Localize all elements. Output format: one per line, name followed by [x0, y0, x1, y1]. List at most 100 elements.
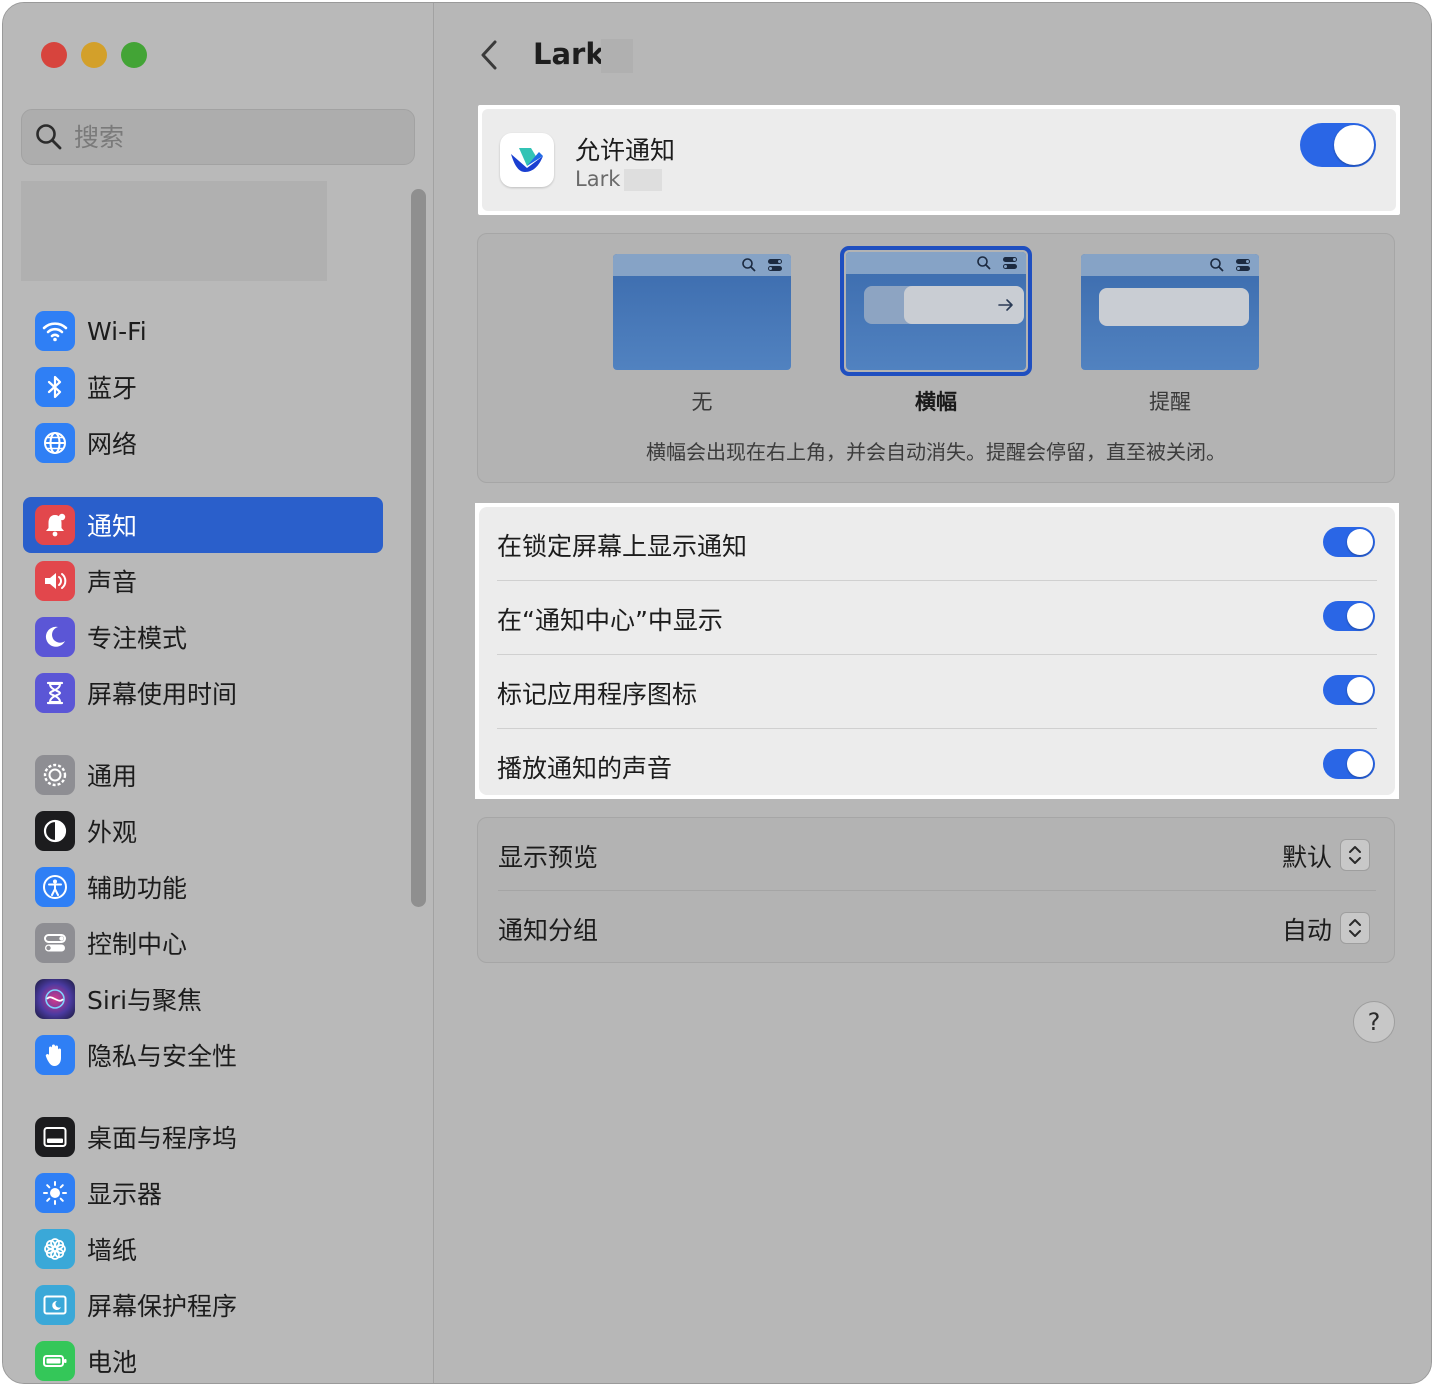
app-name-label: Lark: [575, 167, 621, 191]
sidebar-item-appearance[interactable]: 外观: [23, 803, 383, 859]
sidebar-item-label: 显示器: [87, 1180, 163, 1209]
option-row-badge: 标记应用程序图标: [479, 655, 1395, 729]
accessibility-icon: [35, 867, 75, 907]
lark-app-icon: [500, 133, 554, 187]
minimize-window-button[interactable]: [81, 42, 107, 68]
show-previews-popup-button[interactable]: [1340, 839, 1370, 871]
option-label: 在锁定屏幕上显示通知: [497, 532, 748, 561]
sidebar-item-label: 外观: [87, 818, 138, 847]
control-center-icon: [1003, 257, 1017, 269]
gear-icon: [35, 755, 75, 795]
show-previews-value[interactable]: 默认: [1282, 838, 1332, 874]
sidebar: Wi-Fi 蓝牙 网络 通知 声音: [3, 3, 434, 1383]
hand-icon: [35, 1035, 75, 1075]
sidebar-scrollbar[interactable]: [411, 189, 426, 907]
chevron-left-icon: [481, 40, 497, 70]
sidebar-item-label: 屏幕使用时间: [87, 680, 238, 709]
chevron-up-down-icon: [1349, 919, 1361, 937]
select-label: 显示预览: [498, 843, 599, 872]
sidebar-item-privacy[interactable]: 隐私与安全性: [23, 1027, 383, 1083]
main-pane: Lark 允许通知 Lark 无 横幅 提醒 横幅会出现在右上角，并会自动消失。…: [435, 3, 1431, 1383]
search-input[interactable]: [74, 122, 374, 152]
allow-notifications-card: 允许通知 Lark: [478, 105, 1400, 215]
alert-style-alert[interactable]: [1081, 254, 1259, 370]
lock-screen-toggle[interactable]: [1323, 527, 1375, 557]
alert-style-alert-label: 提醒: [1149, 390, 1191, 414]
allow-notifications-label: 允许通知: [575, 136, 676, 165]
option-label: 播放通知的声音: [497, 754, 673, 783]
bell-icon: [35, 505, 75, 545]
redacted-block: [624, 169, 662, 191]
sidebar-item-network[interactable]: 网络: [23, 415, 383, 471]
dock-icon: [35, 1117, 75, 1157]
settings-window: Wi-Fi 蓝牙 网络 通知 声音: [2, 2, 1432, 1384]
chevron-up-down-icon: [1349, 846, 1361, 864]
search-field[interactable]: [21, 109, 415, 165]
zoom-window-button[interactable]: [121, 42, 147, 68]
hourglass-icon: [35, 673, 75, 713]
sidebar-item-label: 声音: [87, 568, 138, 597]
sidebar-item-wallpaper[interactable]: 墙纸: [23, 1221, 383, 1277]
sun-icon: [35, 1173, 75, 1213]
sidebar-item-sound[interactable]: 声音: [23, 553, 383, 609]
notification-center-toggle[interactable]: [1323, 601, 1375, 631]
search-icon: [977, 256, 991, 270]
notification-options-card: 在锁定屏幕上显示通知 在“通知中心”中显示 标记应用程序图标 播放通知的声音: [475, 503, 1399, 799]
play-sound-toggle[interactable]: [1323, 749, 1375, 779]
select-row-notification-grouping: 通知分组 自动: [478, 891, 1394, 964]
sidebar-item-notifications[interactable]: 通知: [23, 497, 383, 553]
option-label: 标记应用程序图标: [497, 680, 698, 709]
appearance-icon: [35, 811, 75, 851]
sidebar-item-accessibility[interactable]: 辅助功能: [23, 859, 383, 915]
alert-style-description: 横幅会出现在右上角，并会自动消失。提醒会停留，直至被关闭。: [646, 440, 1226, 464]
sidebar-item-control-center[interactable]: 控制中心: [23, 915, 383, 971]
sidebar-item-label: Wi-Fi: [87, 316, 147, 346]
sidebar-item-general[interactable]: 通用: [23, 747, 383, 803]
notification-grouping-value[interactable]: 自动: [1282, 911, 1332, 947]
account-block[interactable]: [21, 181, 327, 281]
sidebar-item-label: 墙纸: [87, 1236, 138, 1265]
search-icon: [36, 124, 62, 150]
search-icon: [742, 258, 756, 272]
alert-preview: [1099, 288, 1249, 326]
speaker-icon: [35, 561, 75, 601]
close-window-button[interactable]: [41, 42, 67, 68]
globe-icon: [35, 423, 75, 463]
alert-style-banner-label: 横幅: [915, 390, 957, 414]
sidebar-item-siri[interactable]: Siri与聚焦: [23, 971, 383, 1027]
alert-style-banner[interactable]: [846, 252, 1026, 370]
sidebar-item-bluetooth[interactable]: 蓝牙: [23, 359, 383, 415]
flower-icon: [35, 1229, 75, 1269]
banner-preview: [904, 286, 1024, 324]
sidebar-item-label: 屏幕保护程序: [87, 1292, 238, 1321]
alert-style-banner-selected-frame[interactable]: [840, 246, 1032, 376]
sidebar-item-screen-time[interactable]: 屏幕使用时间: [23, 665, 383, 721]
sidebar-item-label: 蓝牙: [87, 374, 138, 403]
allow-notifications-toggle[interactable]: [1300, 123, 1376, 167]
sidebar-item-label: 电池: [87, 1348, 138, 1377]
sidebar-item-screensaver[interactable]: 屏幕保护程序: [23, 1277, 383, 1333]
notification-grouping-popup-button[interactable]: [1340, 912, 1370, 944]
sidebar-item-label: Siri与聚焦: [87, 986, 203, 1015]
page-title: Lark: [533, 37, 605, 71]
alert-style-card: 无 横幅 提醒 横幅会出现在右上角，并会自动消失。提醒会停留，直至被关闭。: [477, 233, 1395, 483]
back-button[interactable]: [475, 37, 503, 73]
sidebar-item-label: 控制中心: [87, 930, 188, 959]
redacted-block: [601, 39, 633, 73]
sidebar-item-displays[interactable]: 显示器: [23, 1165, 383, 1221]
option-row-lock-screen: 在锁定屏幕上显示通知: [479, 507, 1395, 581]
badge-app-icon-toggle[interactable]: [1323, 675, 1375, 705]
sidebar-item-label: 桌面与程序坞: [87, 1124, 238, 1153]
sidebar-item-desktop-dock[interactable]: 桌面与程序坞: [23, 1109, 383, 1165]
wifi-icon: [35, 311, 75, 351]
help-button[interactable]: ?: [1353, 1001, 1395, 1043]
sidebar-item-wifi[interactable]: Wi-Fi: [23, 303, 383, 359]
sidebar-item-focus[interactable]: 专注模式: [23, 609, 383, 665]
alert-style-none[interactable]: [613, 254, 791, 370]
sidebar-item-battery[interactable]: 电池: [23, 1333, 383, 1383]
sidebar-item-label: 通知: [87, 512, 138, 541]
control-center-icon: [1236, 259, 1250, 271]
sidebar-item-label: 辅助功能: [87, 874, 188, 903]
option-row-notification-center: 在“通知中心”中显示: [479, 581, 1395, 655]
siri-icon: [35, 979, 75, 1019]
